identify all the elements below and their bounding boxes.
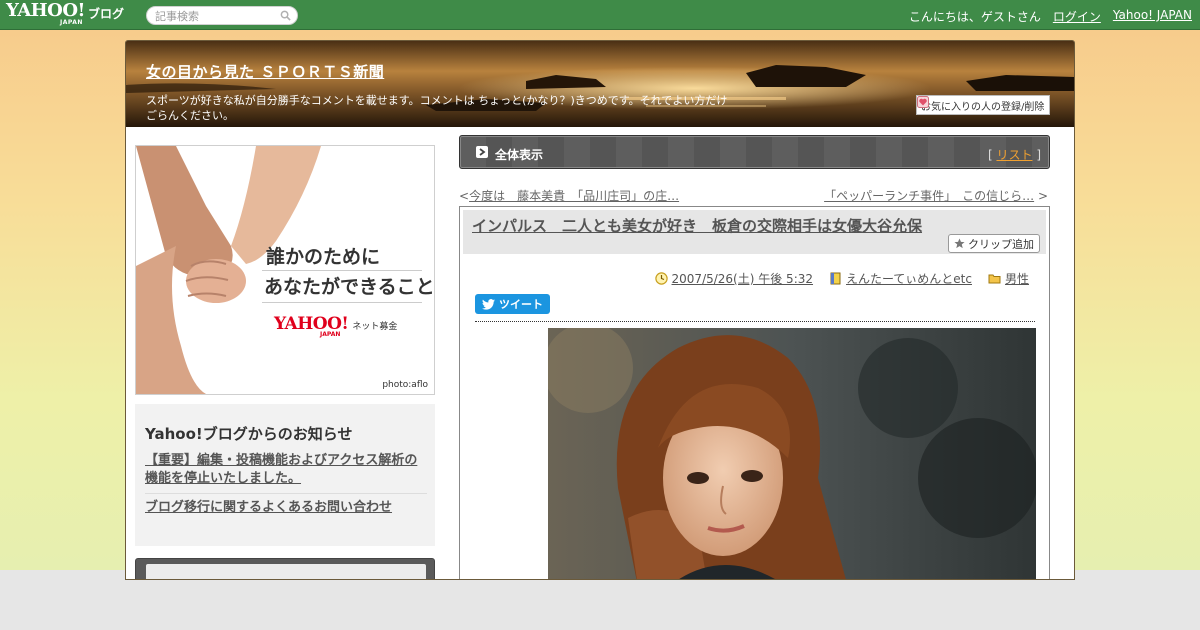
folder-link[interactable]: 男性 — [1005, 270, 1029, 287]
article-divider — [475, 321, 1035, 322]
blog-description: スポーツが好きな私が自分勝手なコメントを載せます。コメントは ちょっと(かなり？… — [146, 94, 728, 122]
notice-divider — [145, 493, 427, 494]
article-header: インパルス 二人とも美女が好き 板倉の交際相手は女優大谷允保 クリップ追加 — [463, 210, 1046, 254]
prev-article-nav: <今度は 藤本美貴 「品川庄司」の庄… — [459, 187, 679, 204]
bracket-open: [ — [987, 148, 993, 162]
bracket-close: ] — [1036, 148, 1041, 162]
user-nav: こんにちは、ゲストさん ログイン Yahoo! JAPAN — [909, 8, 1192, 25]
yahoo-blog-logo[interactable]: YAHOO! JAPAN ブログ — [6, 2, 124, 28]
blog-notice-panel: Yahoo!ブログからのお知らせ 【重要】編集・投稿機能およびアクセス解析の機能… — [135, 404, 435, 546]
blog-header: 女の目から見た ＳＰＯＲＴＳ新聞 スポーツが好きな私が自分勝手なコメントを載せま… — [126, 41, 1074, 127]
blog-title[interactable]: 女の目から見た ＳＰＯＲＴＳ新聞 — [146, 61, 384, 82]
portrait-image — [548, 328, 1036, 579]
arrow-right-icon — [476, 146, 488, 158]
clip-add-button[interactable]: クリップ追加 — [948, 234, 1040, 253]
article-list-bar: 全体表示 [ リスト ] — [459, 135, 1050, 169]
search-box — [146, 6, 298, 25]
ad-divider — [262, 302, 422, 303]
next-article-nav: 「ペッパーランチ事件」 この信じら… > — [824, 187, 1048, 204]
article-photo[interactable] — [548, 328, 1036, 579]
greeting-text: こんにちは、ゲストさん — [908, 10, 1041, 24]
notice-title: Yahoo!ブログからのお知らせ — [145, 425, 353, 443]
photo-credit: photo:aflo — [382, 380, 428, 390]
article-category: えんたーてぃめんとetc — [829, 270, 972, 287]
ad-logo-sub: ネット募金 — [352, 322, 398, 332]
favorite-register-button[interactable]: お気に入りの人の登録/削除 — [916, 95, 1051, 115]
donation-ad-banner[interactable]: 誰かのために あなたができること YAHOO! JAPAN ネット募金 phot… — [135, 145, 435, 395]
book-icon — [830, 272, 841, 285]
category-link[interactable]: えんたーてぃめんとetc — [846, 270, 972, 287]
article-title[interactable]: インパルス 二人とも美女が好き 板倉の交際相手は女優大谷允保 — [472, 215, 922, 236]
yahoo-donation-logo: YAHOO! JAPAN ネット募金 — [274, 314, 398, 338]
star-icon — [954, 238, 965, 249]
ad-headline-1: 誰かのために — [266, 246, 381, 268]
article-date: 2007/5/26(土) 午後 5:32 — [654, 270, 813, 287]
clip-add-label: クリップ追加 — [968, 237, 1034, 251]
heart-icon — [917, 96, 929, 108]
sidebar-widget — [135, 558, 435, 579]
twitter-bird-icon — [482, 298, 495, 310]
list-view-link[interactable]: リスト — [996, 148, 1032, 162]
ad-divider — [262, 270, 422, 271]
prev-arrow: < — [459, 189, 470, 203]
yahoo-japan-link[interactable]: Yahoo! JAPAN — [1113, 8, 1192, 25]
next-article-link[interactable]: 「ペッパーランチ事件」 この信じら… — [824, 189, 1034, 203]
list-link-wrapper: [ リスト ] — [988, 146, 1041, 163]
yahoo-logo-text: YAHOO! — [6, 0, 85, 21]
show-all-label[interactable]: 全体表示 — [495, 146, 543, 163]
article-folder: 男性 — [988, 270, 1029, 287]
search-input[interactable] — [155, 9, 275, 23]
ad-logo-japan: JAPAN — [320, 331, 341, 338]
notice-link-important[interactable]: 【重要】編集・投稿機能およびアクセス解析の機能を停止いたしました。 — [145, 452, 427, 488]
sidebar-widget-body — [146, 564, 426, 579]
tweet-button[interactable]: ツイート — [475, 294, 550, 314]
yahoo-logo-japan: JAPAN — [60, 19, 83, 26]
clock-icon — [654, 272, 668, 285]
article-meta: 2007/5/26(土) 午後 5:32 えんたーてぃめんとetc 男性 — [654, 270, 1029, 287]
article-date-link[interactable]: 2007/5/26(土) 午後 5:32 — [672, 270, 813, 287]
tweet-label: ツイート — [499, 298, 543, 311]
ad-headline-2: あなたができること — [264, 276, 435, 298]
notice-link-faq[interactable]: ブログ移行に関するよくあるお問い合わせ — [145, 499, 427, 517]
folder-icon — [988, 274, 1001, 284]
blog-logo-text: ブログ — [87, 7, 124, 21]
favorite-register-label: お気に入りの人の登録/削除 — [921, 101, 1045, 113]
search-icon[interactable] — [280, 10, 291, 21]
next-arrow: > — [1037, 189, 1048, 203]
global-header: YAHOO! JAPAN ブログ こんにちは、ゲストさん ログイン Yahoo!… — [0, 0, 1200, 30]
article-entry: インパルス 二人とも美女が好き 板倉の交際相手は女優大谷允保 クリップ追加 20… — [459, 206, 1050, 579]
prev-article-link[interactable]: 今度は 藤本美貴 「品川庄司」の庄… — [469, 189, 679, 203]
login-link[interactable]: ログイン — [1053, 8, 1101, 25]
blog-container: 女の目から見た ＳＰＯＲＴＳ新聞 スポーツが好きな私が自分勝手なコメントを載せま… — [125, 40, 1075, 580]
